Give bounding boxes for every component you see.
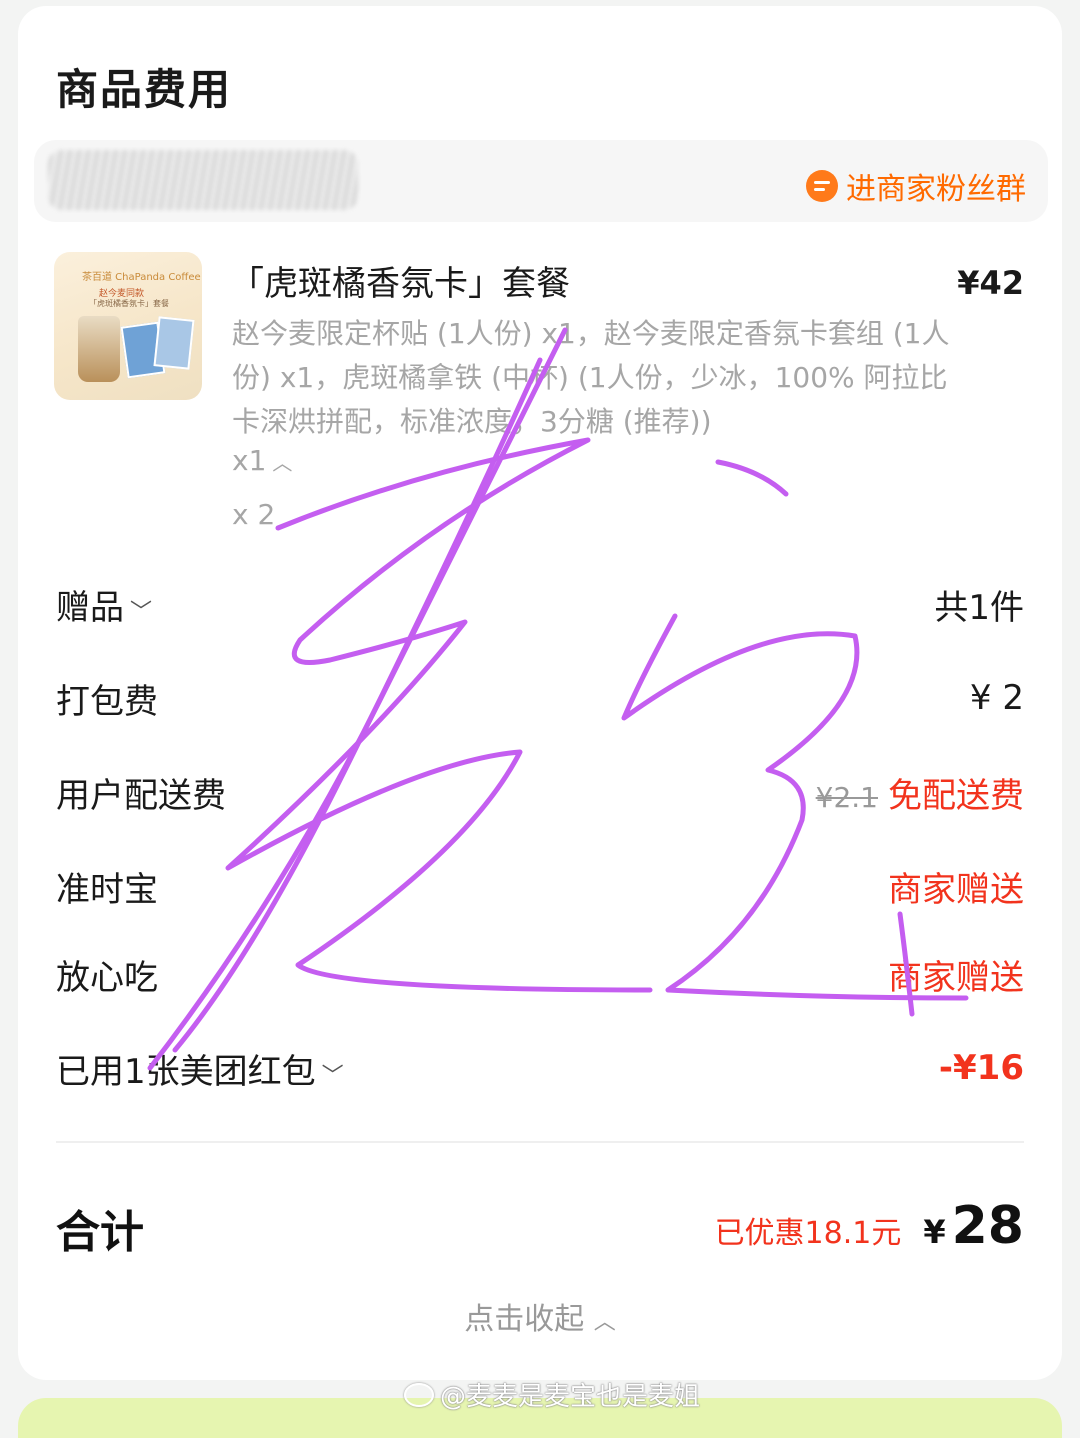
fee-label: 放心吃 (56, 957, 158, 998)
total-summary: 已优惠18.1元 ¥28 (715, 1196, 1024, 1256)
fee-value: 商家赠送 (888, 957, 1024, 998)
fans-group-link[interactable]: 进商家粉丝群 (806, 164, 1026, 208)
chevron-down-icon: ﹀ (130, 599, 153, 625)
watermark: @麦麦是麦宝也是麦姐 (404, 1376, 700, 1413)
weibo-icon (404, 1382, 434, 1407)
fee-label: 赠品 (56, 587, 124, 628)
fee-label: 用户配送费 (56, 775, 226, 816)
fee-card: 商品费用 进商家粉丝群 茶百道 ChaPanda Coffee 赵今麦同款 「虎… (18, 6, 1062, 1380)
card-image (153, 316, 195, 370)
chevron-up-icon: ︿ (593, 1310, 616, 1335)
fee-row-safe: 放心吃 商家赠送 (56, 950, 1024, 998)
fans-group-label: 进商家粉丝群 (846, 172, 1026, 207)
product-name[interactable]: 「虎斑橘香氛卡」套餐 (230, 256, 570, 305)
desc-toggle[interactable]: x1 ︿ (232, 444, 292, 477)
total-value: 28 (951, 1196, 1024, 1256)
product-thumbnail[interactable]: 茶百道 ChaPanda Coffee 赵今麦同款 「虎斑橘香氛卡」套餐 (54, 252, 202, 400)
saved-amount: 已优惠18.1元 (714, 1216, 902, 1251)
chat-icon (806, 170, 838, 202)
fee-row-ontime: 准时宝 商家赠送 (56, 862, 1024, 910)
fee-label: 准时宝 (56, 869, 158, 910)
chevron-up-icon: ︿ (272, 451, 293, 475)
total-label: 合计 (56, 1207, 144, 1258)
fee-label: 打包费 (56, 681, 158, 722)
cup-image (78, 316, 120, 382)
collapse-label: 点击收起 (464, 1302, 585, 1337)
fee-value: 商家赠送 (888, 869, 1024, 910)
fee-value: ¥ 2 (969, 678, 1024, 718)
watermark-text: @麦麦是麦宝也是麦姐 (440, 1382, 701, 1412)
divider (56, 1141, 1024, 1143)
fee-row-delivery: 用户配送费 ¥2.1 免配送费 (56, 768, 1024, 816)
fee-row-redpacket[interactable]: 已用1张美团红包 ﹀ -¥16 (56, 1044, 1024, 1092)
desc-count: x1 (232, 444, 267, 477)
thumb-brand: 茶百道 ChaPanda Coffee (82, 272, 201, 283)
product-price: ¥42 (957, 264, 1024, 302)
total-amount: ¥28 (923, 1196, 1024, 1256)
store-bar[interactable]: 进商家粉丝群 (34, 140, 1048, 222)
original-fee: ¥2.1 (815, 780, 878, 814)
thumb-line2: 「虎斑橘香氛卡」套餐 (89, 299, 169, 308)
chevron-down-icon: ﹀ (321, 1063, 344, 1089)
fee-row-gift[interactable]: 赠品 ﹀ 共1件 (56, 580, 1024, 628)
product-desc: 赵今麦限定杯贴 (1人份) x1，赵今麦限定香氛卡套组 (1人份) x1，虎斑橘… (232, 317, 950, 438)
fee-value: 免配送费 (888, 775, 1024, 816)
fee-label: 已用1张美团红包 (56, 1051, 316, 1092)
store-name-redacted (48, 150, 358, 210)
product-qty: x 2 (232, 498, 276, 531)
fee-value: -¥16 (938, 1048, 1024, 1088)
fee-row-packing: 打包费 ¥ 2 (56, 674, 1024, 722)
currency-symbol: ¥ (923, 1213, 946, 1251)
fee-value: 共1件 (934, 587, 1024, 628)
collapse-button[interactable]: 点击收起 ︿ (18, 1294, 1062, 1338)
section-title: 商品费用 (56, 65, 233, 114)
